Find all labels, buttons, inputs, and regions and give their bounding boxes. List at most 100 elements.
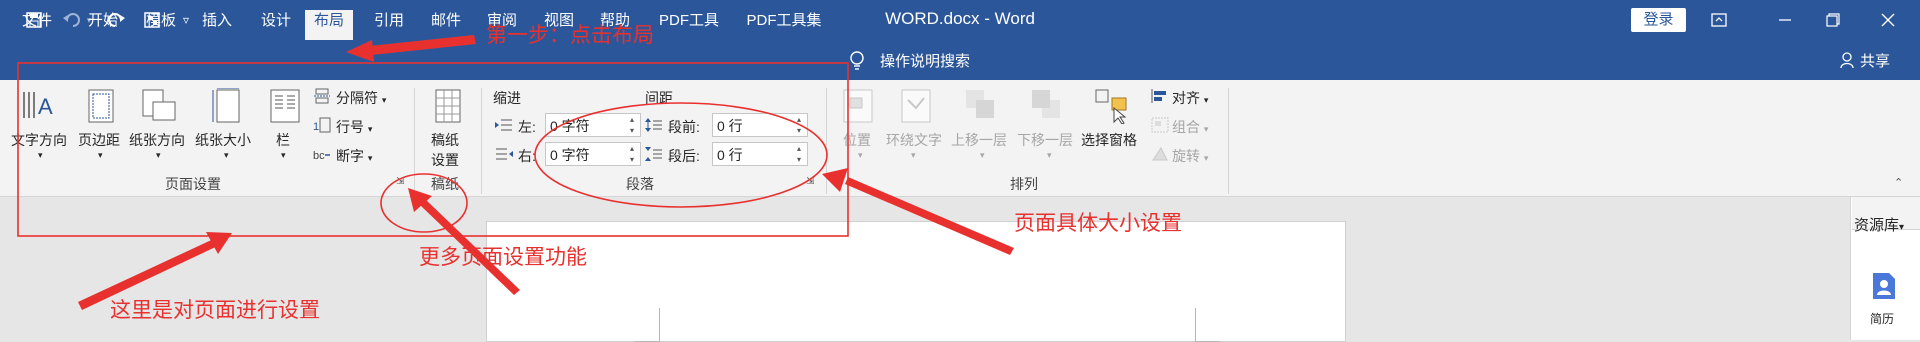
manuscript-icon[interactable]	[430, 88, 466, 124]
svg-text:1: 1	[313, 121, 319, 133]
group-objects-button[interactable]: 组合 ▾	[1172, 117, 1208, 137]
indent-title: 缩进	[493, 90, 521, 106]
spacing-after-label: 段后:	[668, 148, 700, 164]
tab-4[interactable]: 设计	[257, 10, 295, 40]
columns-dropdown-icon[interactable]: ▾	[281, 150, 286, 161]
tab-1[interactable]: 开始	[84, 10, 122, 40]
collapse-ribbon-icon[interactable]: ⌃	[1894, 176, 1903, 189]
spacing-before-icon	[645, 117, 663, 136]
restore-icon[interactable]	[1810, 0, 1856, 40]
bring-forward-icon[interactable]	[964, 88, 1000, 124]
margins-dropdown-icon[interactable]: ▾	[98, 150, 103, 161]
selection-pane-button[interactable]: 选择窗格	[1081, 130, 1137, 150]
text-direction-dropdown-icon[interactable]: ▾	[38, 150, 43, 161]
svg-text:bc: bc	[313, 150, 325, 162]
spacing-title: 间距	[645, 90, 673, 106]
size-dropdown-icon[interactable]: ▾	[224, 150, 229, 161]
manuscript-group-label: 稿纸	[431, 176, 459, 192]
spin-arrows-icon[interactable]: ▴ ▾	[791, 114, 807, 136]
user-icon	[1840, 52, 1856, 69]
login-button[interactable]: 登录	[1631, 8, 1686, 32]
position-icon[interactable]	[840, 88, 876, 124]
indent-right-input[interactable]: 0 字符 ▴ ▾	[545, 142, 641, 166]
orientation-dropdown-icon[interactable]: ▾	[156, 150, 161, 161]
hyphenation-button[interactable]: 断字 ▾	[336, 146, 372, 166]
indent-right-label: 右:	[518, 148, 536, 164]
columns-icon[interactable]	[267, 88, 303, 124]
margins-icon[interactable]	[83, 88, 119, 124]
document-page[interactable]	[486, 221, 1346, 342]
spin-arrows-icon[interactable]: ▴ ▾	[624, 114, 640, 136]
margin-corner-right	[1195, 308, 1220, 342]
spin-arrows-icon[interactable]: ▴ ▾	[791, 143, 807, 165]
ribbon-layout: A 文字方向 ▾ 页边距 ▾ 纸张方向 ▾ 纸张大小 ▾ 栏 ▾ 分隔符 ▾ 1…	[0, 80, 1920, 197]
annotation-step1: 第一步：点击布局	[486, 24, 654, 47]
bring-forward-button[interactable]: 上移一层	[951, 130, 1007, 150]
tab-3[interactable]: 插入	[198, 10, 236, 40]
text-direction-icon[interactable]: A	[18, 88, 54, 124]
close-icon[interactable]	[1865, 0, 1911, 40]
tab-12[interactable]: PDF工具集	[738, 10, 830, 40]
margins-button[interactable]: 页边距	[78, 130, 120, 150]
group-divider	[1228, 88, 1229, 194]
manuscript-settings-line1[interactable]: 稿纸	[431, 130, 459, 150]
paragraph-launcher-icon[interactable]: ⇲	[806, 176, 814, 187]
tab-11[interactable]: PDF工具	[652, 10, 726, 40]
send-backward-button[interactable]: 下移一层	[1017, 130, 1073, 150]
spacing-before-label: 段前:	[668, 119, 700, 135]
wrap-text-button[interactable]: 环绕文字	[886, 130, 942, 150]
spacing-after-input[interactable]: 0 行 ▴ ▾	[712, 142, 808, 166]
manuscript-settings-line2[interactable]: 设置	[431, 150, 459, 170]
tab-7[interactable]: 邮件	[427, 10, 465, 40]
annotation-here-setup: 这里是对页面进行设置	[110, 299, 320, 322]
align-button[interactable]: 对齐 ▾	[1172, 88, 1208, 108]
minimize-icon[interactable]	[1762, 0, 1808, 40]
line-numbers-button[interactable]: 行号 ▾	[336, 117, 372, 137]
size-button[interactable]: 纸张大小	[195, 130, 251, 150]
group-divider	[826, 88, 827, 194]
hyphenation-icon: bc	[313, 146, 331, 165]
annotation-page-size: 页面具体大小设置	[1014, 212, 1182, 235]
bring-forward-dropdown-icon[interactable]: ▾	[980, 150, 985, 161]
size-icon[interactable]	[209, 87, 245, 124]
tab-0[interactable]: 文件	[18, 10, 56, 40]
tell-me-search[interactable]: 操作说明搜索	[880, 50, 970, 71]
rotate-button[interactable]: 旋转 ▾	[1172, 146, 1208, 166]
text-direction-button[interactable]: 文字方向	[11, 130, 67, 150]
orientation-button[interactable]: 纸张方向	[129, 130, 185, 150]
resource-library-dropdown[interactable]: 资源库▾	[1854, 214, 1904, 235]
ribbon-display-icon[interactable]	[1696, 0, 1742, 40]
group-divider	[481, 88, 482, 194]
resume-label: 简历	[1870, 312, 1895, 326]
tab-2[interactable]: 模板	[142, 10, 180, 40]
lightbulb-icon	[848, 50, 866, 70]
position-button[interactable]: 位置	[843, 130, 871, 150]
svg-text:A: A	[38, 94, 53, 119]
position-dropdown-icon[interactable]: ▾	[858, 150, 863, 161]
breaks-icon	[313, 88, 331, 107]
tab-6[interactable]: 引用	[370, 10, 408, 40]
selection-pane-icon[interactable]	[1094, 88, 1130, 125]
resume-icon[interactable]	[1871, 271, 1897, 301]
arrange-group-label: 排列	[1010, 176, 1038, 192]
breaks-button[interactable]: 分隔符 ▾	[336, 88, 386, 108]
wrap-text-icon[interactable]	[898, 88, 934, 124]
spacing-after-icon	[645, 146, 663, 165]
resource-pane: 资源库▾ 简历	[1850, 197, 1920, 340]
send-backward-icon[interactable]	[1030, 88, 1066, 124]
paragraph-group-label: 段落	[626, 176, 654, 192]
page-setup-launcher-icon[interactable]: ⇲	[396, 176, 404, 187]
annotation-more-setup: 更多页面设置功能	[419, 246, 587, 269]
align-icon	[1151, 88, 1169, 107]
tab-5[interactable]: 布局	[305, 10, 353, 40]
spacing-before-input[interactable]: 0 行 ▴ ▾	[712, 113, 808, 137]
rotate-icon	[1151, 146, 1169, 165]
columns-button[interactable]: 栏	[276, 130, 290, 150]
spin-arrows-icon[interactable]: ▴ ▾	[624, 143, 640, 165]
indent-left-input[interactable]: 0 字符 ▴ ▾	[545, 113, 641, 137]
share-button[interactable]: 共享	[1860, 50, 1890, 71]
send-backward-dropdown-icon[interactable]: ▾	[1047, 150, 1052, 161]
wrap-text-dropdown-icon[interactable]: ▾	[911, 150, 916, 161]
margin-corner-left	[635, 308, 660, 342]
orientation-icon[interactable]	[141, 88, 177, 124]
